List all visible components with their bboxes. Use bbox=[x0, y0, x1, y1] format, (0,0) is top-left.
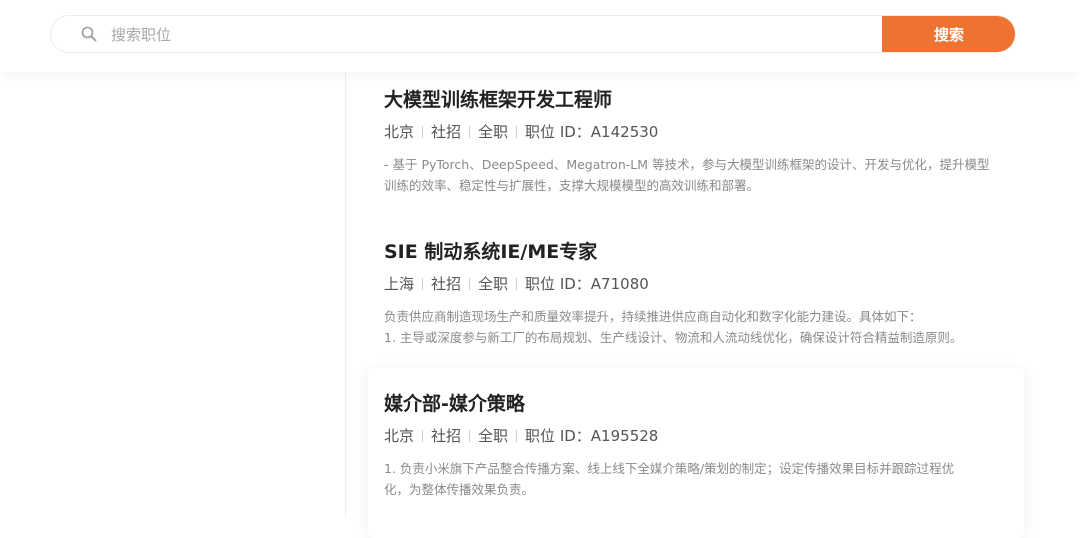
job-description-line: 负责供应商制造现场生产和质量效率提升，持续推进供应商自动化和数字化能力建设。具体… bbox=[384, 309, 922, 324]
job-description-line: 1. 负责小米旗下产品整合传播方案、线上线下全媒介策略/策划的制定；设定传播效果… bbox=[384, 461, 955, 476]
job-city: 北京 bbox=[384, 123, 415, 141]
job-id-label: 职位 ID： bbox=[525, 427, 591, 445]
job-employment: 全职 bbox=[478, 275, 509, 293]
job-id-label: 职位 ID： bbox=[525, 275, 591, 293]
job-type: 社招 bbox=[431, 123, 462, 141]
job-item[interactable]: SIE 制动系统IE/ME专家 上海 社招 全职 职位 ID：A71080 负责供应商… bbox=[368, 240, 1024, 348]
job-item-hovered[interactable]: 媒介部-媒介策略 北京 社招 全职 职位 ID：A195528 1. 负责小米旗下产品… bbox=[368, 368, 1024, 538]
meta-separator bbox=[516, 278, 518, 290]
job-item[interactable]: 大模型训练框架开发工程师 北京 社招 全职 职位 ID：A142530 - 基于 Py… bbox=[368, 88, 1024, 196]
meta-separator bbox=[469, 126, 471, 138]
job-type: 社招 bbox=[431, 427, 462, 445]
meta-separator bbox=[422, 278, 424, 290]
job-description-line: 训练的效率、稳定性与扩展性，支撑大规模模型的高效训练和部署。 bbox=[384, 178, 760, 193]
left-panel-divider bbox=[345, 72, 346, 518]
search-box: 搜索 bbox=[50, 15, 1016, 53]
job-description: - 基于 PyTorch、DeepSpeed、Megatron-LM 等技术，参… bbox=[384, 154, 1020, 196]
job-id: A71080 bbox=[590, 275, 649, 293]
top-search-bar: 搜索 bbox=[0, 0, 1080, 72]
meta-separator bbox=[422, 430, 424, 442]
job-city: 上海 bbox=[384, 275, 415, 293]
search-icon bbox=[81, 26, 97, 42]
job-employment: 全职 bbox=[478, 427, 509, 445]
meta-separator bbox=[469, 430, 471, 442]
job-city: 北京 bbox=[384, 427, 415, 445]
job-meta: 北京 社招 全职 职位 ID：A195528 bbox=[384, 426, 1024, 446]
search-input[interactable] bbox=[109, 16, 873, 52]
job-id-label: 职位 ID： bbox=[525, 123, 591, 141]
job-description: 负责供应商制造现场生产和质量效率提升，持续推进供应商自动化和数字化能力建设。具体… bbox=[384, 306, 1020, 348]
meta-separator bbox=[469, 278, 471, 290]
job-description-line: - 基于 PyTorch、DeepSpeed、Megatron-LM 等技术，参… bbox=[384, 157, 990, 172]
job-meta: 上海 社招 全职 职位 ID：A71080 bbox=[384, 274, 1024, 294]
job-type: 社招 bbox=[431, 275, 462, 293]
job-id: A195528 bbox=[590, 427, 659, 445]
job-meta: 北京 社招 全职 职位 ID：A142530 bbox=[384, 122, 1024, 142]
job-id: A142530 bbox=[590, 123, 659, 141]
job-list: 大模型训练框架开发工程师 北京 社招 全职 职位 ID：A142530 - 基于 Py… bbox=[368, 72, 1024, 538]
job-title[interactable]: 大模型训练框架开发工程师 bbox=[384, 88, 1024, 112]
meta-separator bbox=[516, 430, 518, 442]
job-title[interactable]: 媒介部-媒介策略 bbox=[384, 392, 1024, 416]
job-description: 1. 负责小米旗下产品整合传播方案、线上线下全媒介策略/策划的制定；设定传播效果… bbox=[384, 458, 1020, 500]
meta-separator bbox=[422, 126, 424, 138]
search-button[interactable]: 搜索 bbox=[882, 16, 1015, 52]
job-description-line: 1. 主导或深度参与新工厂的布局规划、生产线设计、物流和人流动线优化，确保设计符… bbox=[384, 330, 963, 345]
meta-separator bbox=[516, 126, 518, 138]
job-description-line: 化，为整体传播效果负责。 bbox=[384, 482, 535, 497]
job-title[interactable]: SIE 制动系统IE/ME专家 bbox=[384, 240, 1024, 264]
job-employment: 全职 bbox=[478, 123, 509, 141]
